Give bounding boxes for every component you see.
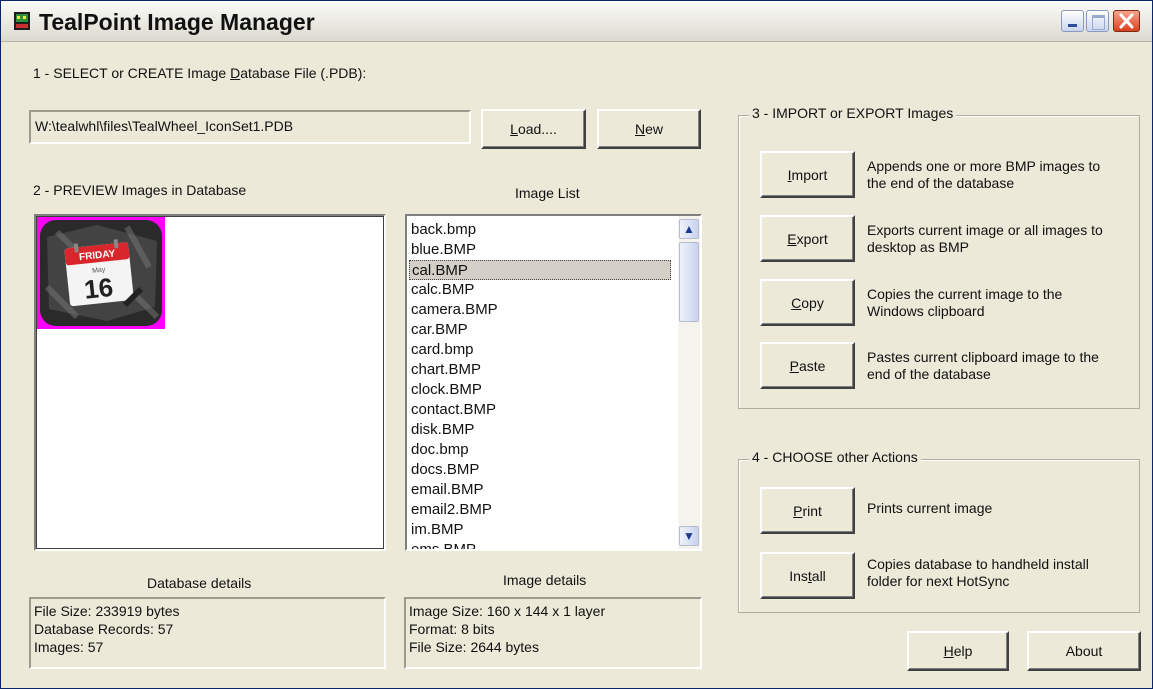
image-list-items: back.bmp blue.BMP cal.BMP calc.BMP camera.BM… [409,220,671,549]
maximize-icon [1092,15,1105,30]
help-button[interactable]: Help [907,631,1009,671]
image-list-item[interactable]: disk.BMP [409,420,671,440]
app-icon[interactable] [13,11,31,31]
preview-images-label: 2 - PREVIEW Images in Database [33,182,247,198]
image-list-item[interactable]: calc.BMP [409,280,671,300]
paste-button[interactable]: Paste [760,342,855,389]
minimize-icon [1068,24,1077,27]
image-list-item[interactable]: ems.BMP [409,540,671,549]
close-button[interactable] [1113,10,1140,32]
database-details-label: Database details [147,575,252,591]
image-list-item[interactable]: blue.BMP [409,240,671,260]
image-list-item[interactable]: cal.BMP [409,260,671,280]
new-button[interactable]: New [597,109,701,149]
paste-button-label: Paste [789,357,826,374]
calendar-preview-image: FRIDAY May 16 [37,217,165,329]
title-bar[interactable]: TealPoint Image Manager [1,1,1152,42]
image-list-item[interactable]: contact.BMP [409,400,671,420]
app-window: TealPoint Image Manager 1 - SELECT or CR… [0,0,1153,689]
paste-description: Pastes current clipboard image to the en… [867,349,1099,382]
image-list-item[interactable]: chart.BMP [409,360,671,380]
img-detail-file-size: File Size: 2644 bytes [409,639,539,655]
chevron-up-icon: ▲ [683,222,695,236]
load-button-label: Load.... [510,121,557,137]
install-button-label: Install [789,567,826,584]
print-description: Prints current image [867,500,993,516]
close-icon [1119,13,1134,29]
import-button-label: Import [787,166,828,183]
install-description: Copies database to handheld install fold… [867,556,1089,589]
window-title: TealPoint Image Manager [39,9,315,35]
calendar-date-text: 16 [83,272,115,305]
other-actions-legend: 4 - CHOOSE other Actions [749,449,921,465]
export-button-label: Export [787,230,828,247]
list-vertical-scrollbar[interactable]: ▲ ▼ [678,216,700,549]
maximize-button [1086,10,1109,32]
image-list-item[interactable]: back.bmp [409,220,671,240]
image-list-item[interactable]: im.BMP [409,520,671,540]
copy-button-label: Copy [791,294,824,311]
img-detail-size: Image Size: 160 x 144 x 1 layer [409,603,606,619]
image-list-item[interactable]: clock.BMP [409,380,671,400]
db-detail-file-size: File Size: 233919 bytes [34,603,180,619]
minimize-button[interactable] [1061,10,1084,32]
copy-description: Copies the current image to the Windows … [867,286,1063,319]
export-description: Exports current image or all images to d… [867,222,1103,255]
image-list-label: Image List [515,185,580,201]
load-button[interactable]: Load.... [481,109,586,149]
about-button[interactable]: About [1027,631,1141,671]
chevron-down-icon: ▼ [683,529,695,543]
database-path-value: W:\tealwhl\files\TealWheel_IconSet1.PDB [35,118,294,134]
print-button[interactable]: Print [760,487,855,534]
database-path-field[interactable]: W:\tealwhl\files\TealWheel_IconSet1.PDB [29,110,471,144]
scroll-up-button[interactable]: ▲ [679,219,699,239]
image-list-item[interactable]: docs.BMP [409,460,671,480]
database-details-box: File Size: 233919 bytes Database Records… [29,597,386,669]
img-detail-format: Format: 8 bits [409,621,495,637]
db-detail-records: Database Records: 57 [34,621,174,637]
image-list-item[interactable]: email2.BMP [409,500,671,520]
print-button-label: Print [793,502,822,519]
export-button[interactable]: Export [760,215,855,262]
import-description: Appends one or more BMP images to the en… [867,158,1101,191]
about-button-label: About [1065,643,1103,659]
import-button[interactable]: Import [760,151,855,198]
image-list-item[interactable]: car.BMP [409,320,671,340]
image-list-item[interactable]: card.bmp [409,340,671,360]
image-list-item[interactable]: doc.bmp [409,440,671,460]
scroll-thumb[interactable] [679,242,699,322]
image-details-label: Image details [503,572,587,588]
help-button-label: Help [943,643,973,659]
image-listbox[interactable]: back.bmp blue.BMP cal.BMP calc.BMP camera.BM… [405,214,702,551]
copy-button[interactable]: Copy [760,279,855,326]
image-details-box: Image Size: 160 x 144 x 1 layer Format: … [404,597,702,669]
db-detail-images: Images: 57 [34,639,104,655]
import-export-legend: 3 - IMPORT or EXPORT Images [749,105,957,121]
new-button-label: New [634,121,664,137]
image-list-item[interactable]: email.BMP [409,480,671,500]
select-database-label: 1 - SELECT or CREATE Image Database File… [33,65,367,81]
scroll-down-button[interactable]: ▼ [679,526,699,546]
install-button[interactable]: Install [760,552,855,599]
image-preview-pane: FRIDAY May 16 [34,214,386,551]
image-list-item[interactable]: camera.BMP [409,300,671,320]
